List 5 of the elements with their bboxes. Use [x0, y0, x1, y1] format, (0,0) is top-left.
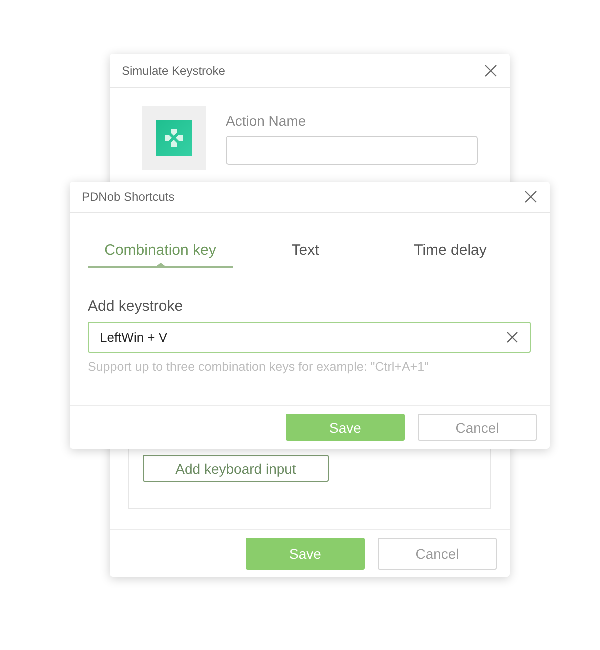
dialog-title: PDNob Shortcuts	[82, 190, 175, 204]
help-text: Support up to three combination keys for example: "Ctrl+A+1"	[88, 359, 430, 375]
dialog-title: Simulate Keystroke	[122, 64, 226, 78]
keystroke-label: Add keystroke	[88, 297, 184, 317]
action-name-label: Action Name	[226, 112, 308, 130]
